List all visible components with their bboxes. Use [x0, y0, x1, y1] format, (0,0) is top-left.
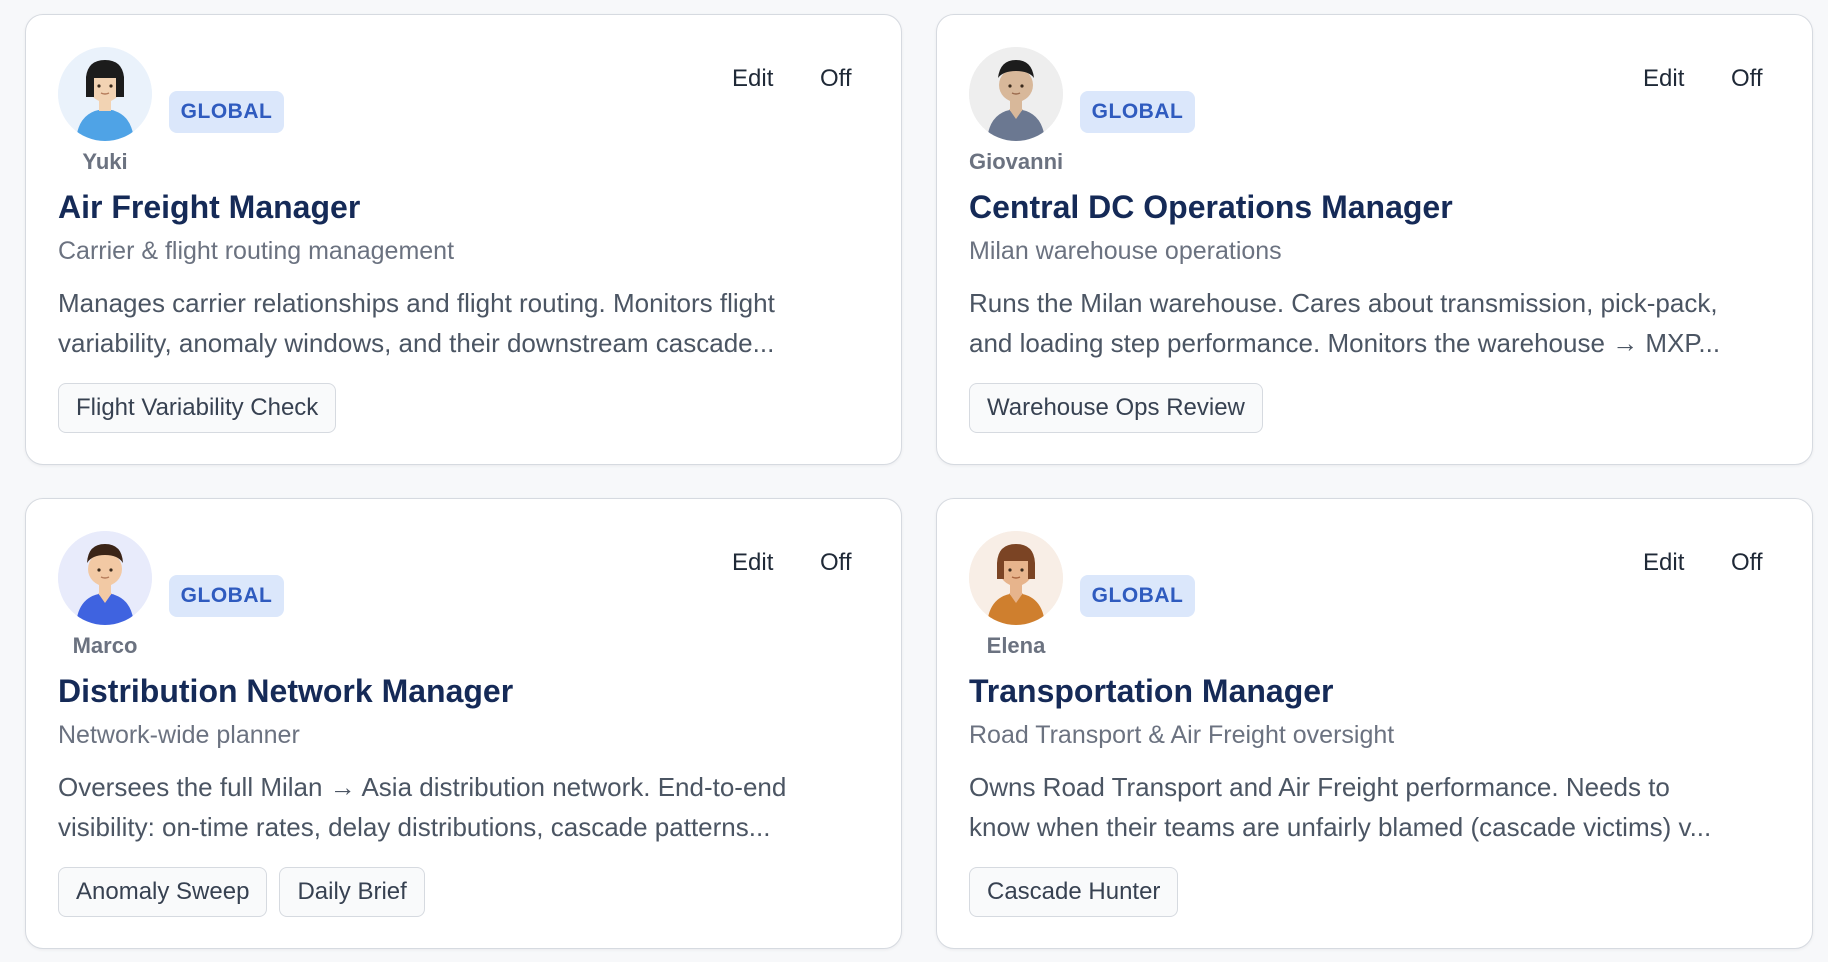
persona-card-grid: Yuki GLOBAL Edit Off Air Freight Manager…: [25, 14, 1813, 949]
playbook-tag[interactable]: Anomaly Sweep: [58, 867, 268, 917]
toggle-off-button[interactable]: Off: [820, 65, 852, 93]
persona-description: Oversees the full Milan → Asia distribut…: [58, 767, 878, 847]
playbook-tags: Warehouse Ops Review: [969, 383, 1263, 433]
playbook-tags: Anomaly Sweep Daily Brief: [58, 867, 425, 917]
playbook-tag[interactable]: Daily Brief: [279, 867, 425, 917]
persona-description: Owns Road Transport and Air Freight perf…: [969, 767, 1789, 847]
avatar-name: Yuki: [82, 149, 128, 174]
description-line: and loading step performance. Monitors t…: [969, 328, 1721, 358]
scope-badge: GLOBAL: [169, 91, 284, 133]
scope-badge: GLOBAL: [169, 575, 284, 617]
playbook-tags: Flight Variability Check: [58, 383, 337, 433]
persona-title: Air Freight Manager: [58, 189, 361, 225]
scope-badge: GLOBAL: [1080, 575, 1195, 617]
avatar-name: Elena: [986, 633, 1046, 658]
edit-button[interactable]: Edit: [732, 549, 773, 577]
person-avatar-icon: [58, 47, 152, 141]
persona-card-air-freight-manager[interactable]: Yuki GLOBAL Edit Off Air Freight Manager…: [25, 14, 902, 465]
description-line: visibility: on-time rates, delay distrib…: [58, 812, 771, 842]
avatar-name: Marco: [72, 633, 138, 658]
avatar-giovanni-illustration: [969, 47, 1063, 141]
edit-button[interactable]: Edit: [1643, 65, 1684, 93]
description-line: know when their teams are unfairly blame…: [969, 812, 1712, 842]
persona-subtitle: Carrier & flight routing management: [58, 237, 455, 265]
toggle-off-button[interactable]: Off: [1731, 549, 1763, 577]
persona-subtitle: Network-wide planner: [58, 721, 300, 749]
avatar-yuki-illustration: [58, 47, 152, 141]
persona-card-transportation-manager[interactable]: Elena GLOBAL Edit Off Transportation Man…: [936, 498, 1813, 949]
persona-subtitle: Milan warehouse operations: [969, 237, 1282, 265]
toggle-off-button[interactable]: Off: [1731, 65, 1763, 93]
persona-title: Distribution Network Manager: [58, 673, 514, 709]
person-avatar-icon: [58, 531, 152, 625]
edit-button[interactable]: Edit: [732, 65, 773, 93]
description-line: Manages carrier relationships and flight…: [58, 288, 775, 318]
persona-subtitle: Road Transport & Air Freight oversight: [969, 721, 1395, 749]
persona-card-distribution-network-manager[interactable]: Marco GLOBAL Edit Off Distribution Netwo…: [25, 498, 902, 949]
description-line: Owns Road Transport and Air Freight perf…: [969, 772, 1670, 802]
playbook-tags: Cascade Hunter: [969, 867, 1179, 917]
person-avatar-icon: [969, 531, 1063, 625]
avatar-name: Giovanni: [969, 149, 1064, 174]
person-avatar-icon: [969, 47, 1063, 141]
description-line: Runs the Milan warehouse. Cares about tr…: [969, 288, 1718, 318]
edit-button[interactable]: Edit: [1643, 549, 1684, 577]
persona-card-central-dc-operations-manager[interactable]: Giovanni GLOBAL Edit Off Central DC Oper…: [936, 14, 1813, 465]
playbook-tag[interactable]: Flight Variability Check: [58, 383, 337, 433]
toggle-off-button[interactable]: Off: [820, 549, 852, 577]
persona-title: Transportation Manager: [969, 673, 1334, 709]
avatar-elena-illustration: [969, 531, 1063, 625]
avatar-marco-illustration: [58, 531, 152, 625]
persona-description: Runs the Milan warehouse. Cares about tr…: [969, 283, 1789, 363]
playbook-tag[interactable]: Cascade Hunter: [969, 867, 1179, 917]
description-line: variability, anomaly windows, and their …: [58, 328, 775, 358]
description-line: Oversees the full Milan → Asia distribut…: [58, 772, 787, 802]
scope-badge: GLOBAL: [1080, 91, 1195, 133]
playbook-tag[interactable]: Warehouse Ops Review: [969, 383, 1263, 433]
persona-title: Central DC Operations Manager: [969, 189, 1453, 225]
persona-description: Manages carrier relationships and flight…: [58, 283, 878, 363]
